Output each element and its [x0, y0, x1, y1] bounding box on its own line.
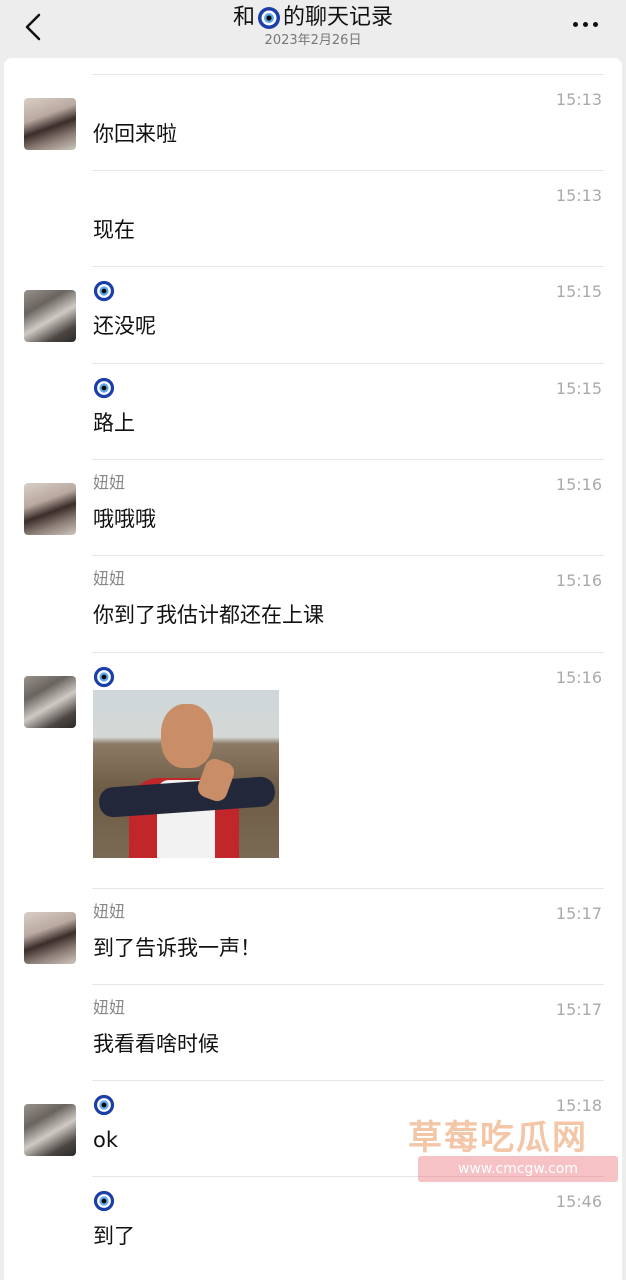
message-text: 哦哦哦 [93, 507, 156, 531]
title-prefix: 和 [232, 5, 255, 30]
message-divider [92, 266, 604, 267]
message-divider [92, 888, 604, 889]
evil-eye-icon [93, 1094, 115, 1116]
avatar[interactable] [24, 483, 76, 535]
sender-name [93, 666, 115, 688]
message-divider [92, 459, 604, 460]
sender-name [93, 280, 115, 302]
chat-history-sheet: 15:13 你回来啦 15:13 现在 15:15 还没呢 15:15 路上妞妞 15:16 哦哦… [4, 58, 622, 1280]
watermark-banner: www.cmcgw.com 爆料网 [418, 1156, 618, 1205]
message-time: 15:16 [555, 668, 602, 687]
sender-name: 妞妞 [93, 569, 126, 588]
watermark-text: 草莓吃瓜网 [408, 1118, 588, 1158]
evil-eye-icon [258, 7, 280, 29]
avatar[interactable] [24, 676, 76, 728]
title-suffix: 的聊天记录 [283, 5, 394, 30]
watermark-url: www.cmcgw.com [458, 1161, 578, 1177]
sender-name: 妞妞 [93, 473, 126, 492]
sender-name: 妞妞 [93, 998, 126, 1017]
avatar[interactable] [24, 98, 76, 150]
page-title: 和 的聊天记录 [233, 4, 393, 32]
message-time: 15:13 [555, 186, 602, 205]
message-divider [92, 984, 604, 985]
message-time: 15:13 [555, 90, 602, 109]
more-options-icon[interactable] [573, 22, 598, 27]
message-text: 我看看啥时候 [93, 1032, 219, 1056]
sticker-image[interactable] [93, 690, 279, 858]
avatar[interactable] [24, 290, 76, 342]
message-time: 15:15 [555, 379, 602, 398]
message-time: 15:46 [555, 1192, 602, 1211]
message-text: 到了 [93, 1224, 135, 1248]
sender-name [93, 1190, 115, 1212]
message-divider [92, 1080, 604, 1081]
header-title-block: 和 的聊天记录 2023年2月26日 [0, 4, 626, 49]
evil-eye-icon [93, 377, 115, 399]
message-text: 路上 [93, 411, 135, 435]
message-time: 15:17 [555, 1000, 602, 1019]
message-time: 15:16 [555, 571, 602, 590]
message-text: 到了告诉我一声！ [93, 936, 261, 960]
avatar[interactable] [24, 912, 76, 964]
evil-eye-icon [93, 280, 115, 302]
watermark-tag: 爆料网 [490, 1184, 544, 1205]
message-time: 15:16 [555, 475, 602, 494]
chat-date: 2023年2月26日 [264, 33, 362, 48]
evil-eye-icon [93, 666, 115, 688]
message-text: ok [93, 1128, 119, 1152]
message-text: 你回来啦 [93, 122, 177, 146]
message-time: 15:15 [555, 282, 602, 301]
message-divider [92, 170, 604, 171]
message-time: 15:17 [555, 904, 602, 923]
evil-eye-icon [93, 1190, 115, 1212]
sender-name [93, 377, 115, 399]
message-divider [92, 363, 604, 364]
message-divider [92, 652, 604, 653]
message-text: 你到了我估计都还在上课 [93, 603, 324, 627]
message-divider [92, 555, 604, 556]
message-text: 还没呢 [93, 314, 156, 338]
message-text: 现在 [93, 218, 135, 242]
message-divider [92, 74, 604, 75]
top-bar: 和 的聊天记录 2023年2月26日 [0, 0, 626, 60]
sender-name [93, 1094, 115, 1116]
avatar[interactable] [24, 1104, 76, 1156]
sender-name: 妞妞 [93, 902, 126, 921]
